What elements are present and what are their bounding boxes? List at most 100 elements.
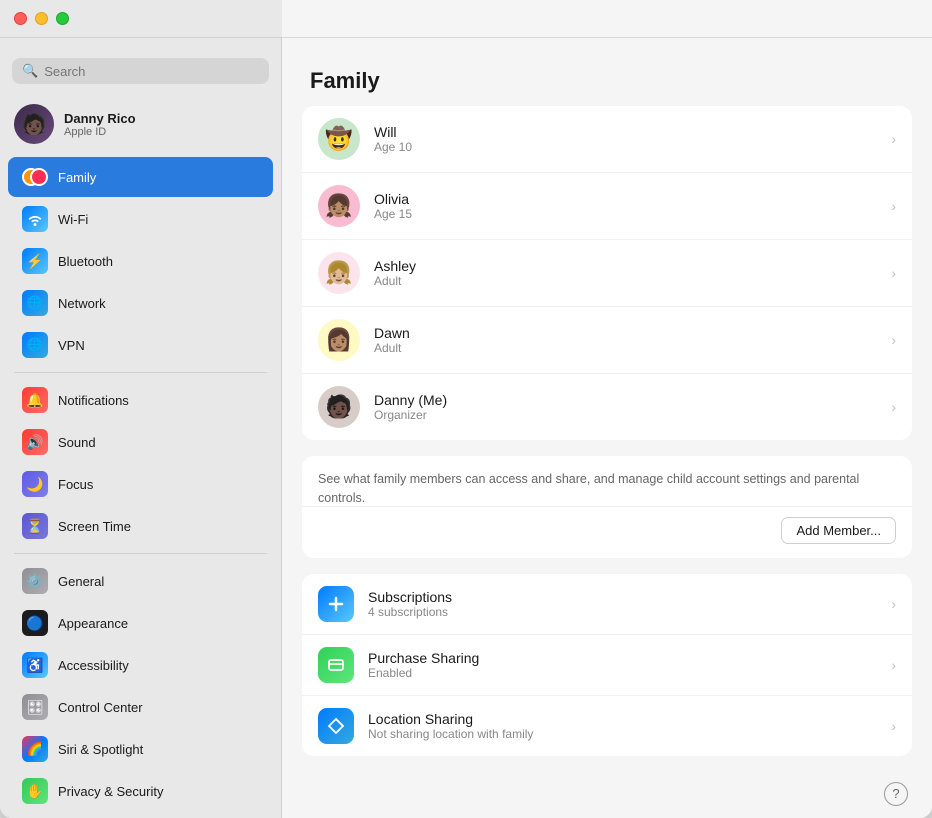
sidebar-item-vpn[interactable]: 🌐 VPN: [8, 325, 273, 365]
separator: [14, 553, 267, 554]
screentime-icon: ⏳: [22, 513, 48, 539]
subscriptions-icon: [318, 586, 354, 622]
member-olivia[interactable]: 👧🏽 Olivia Age 15 ›: [302, 173, 912, 240]
purchase-sharing-icon: [318, 647, 354, 683]
member-info: Danny (Me) Organizer: [374, 392, 877, 422]
sidebar-item-label: Siri & Spotlight: [58, 742, 143, 757]
member-role: Adult: [374, 274, 877, 288]
user-subtitle: Apple ID: [64, 126, 136, 138]
service-info: Subscriptions 4 subscriptions: [368, 589, 877, 619]
accessibility-icon: ♿: [22, 652, 48, 678]
close-button[interactable]: [14, 12, 27, 25]
sidebar-item-label: General: [58, 574, 104, 589]
family-icon: [22, 164, 48, 190]
member-name: Dawn: [374, 325, 877, 341]
sidebar-item-label: Control Center: [58, 700, 143, 715]
search-icon: 🔍: [22, 63, 38, 79]
vpn-icon: 🌐: [22, 332, 48, 358]
description-card: See what family members can access and s…: [302, 456, 912, 558]
location-sharing-icon: [318, 708, 354, 744]
sound-icon: 🔊: [22, 429, 48, 455]
avatar: 🧑🏿: [14, 104, 54, 144]
sidebar-nav: Family Wi-Fi ⚡ Bluetooth: [0, 156, 281, 818]
sidebar-item-label: VPN: [58, 338, 85, 353]
members-card: 🤠 Will Age 10 › 👧🏽 Olivia Age 15: [302, 106, 912, 440]
chevron-right-icon: ›: [891, 131, 896, 147]
appearance-icon: 🔵: [22, 610, 48, 636]
service-subtitle: Not sharing location with family: [368, 727, 877, 741]
member-name: Danny (Me): [374, 392, 877, 408]
wifi-icon: [22, 206, 48, 232]
sidebar-item-siri[interactable]: 🌈 Siri & Spotlight: [8, 729, 273, 769]
sidebar-item-controlcenter[interactable]: 🎛 Control Center: [8, 687, 273, 727]
member-info: Will Age 10: [374, 124, 877, 154]
add-member-row: Add Member...: [302, 506, 912, 558]
sidebar-item-label: Bluetooth: [58, 254, 113, 269]
member-name: Olivia: [374, 191, 877, 207]
sidebar-item-bluetooth[interactable]: ⚡ Bluetooth: [8, 241, 273, 281]
service-subtitle: Enabled: [368, 666, 877, 680]
search-bar[interactable]: 🔍: [12, 58, 269, 84]
chevron-right-icon: ›: [891, 332, 896, 348]
service-location-sharing[interactable]: Location Sharing Not sharing location wi…: [302, 696, 912, 756]
sidebar-item-appearance[interactable]: 🔵 Appearance: [8, 603, 273, 643]
sidebar-item-label: Privacy & Security: [58, 784, 163, 799]
maximize-button[interactable]: [56, 12, 69, 25]
sidebar-item-general[interactable]: ⚙️ General: [8, 561, 273, 601]
member-info: Olivia Age 15: [374, 191, 877, 221]
member-will[interactable]: 🤠 Will Age 10 ›: [302, 106, 912, 173]
user-info: Danny Rico Apple ID: [64, 111, 136, 138]
chevron-right-icon: ›: [891, 399, 896, 415]
controlcenter-icon: 🎛: [22, 694, 48, 720]
chevron-right-icon: ›: [891, 198, 896, 214]
siri-icon: 🌈: [22, 736, 48, 762]
privacy-icon: ✋: [22, 778, 48, 804]
page-title: Family: [282, 50, 932, 106]
sidebar-item-wifi[interactable]: Wi-Fi: [8, 199, 273, 239]
sidebar-item-family[interactable]: Family: [8, 157, 273, 197]
main-content: Family 🤠 Will Age 10 › 👧🏽: [282, 0, 932, 818]
sidebar-item-focus[interactable]: 🌙 Focus: [8, 464, 273, 504]
sidebar-item-label: Focus: [58, 477, 93, 492]
network-icon: 🌐: [22, 290, 48, 316]
search-input[interactable]: [44, 64, 259, 79]
user-profile[interactable]: 🧑🏿 Danny Rico Apple ID: [0, 96, 281, 156]
member-avatar: 👧🏽: [318, 185, 360, 227]
sidebar-item-notifications[interactable]: 🔔 Notifications: [8, 380, 273, 420]
service-purchase-sharing[interactable]: Purchase Sharing Enabled ›: [302, 635, 912, 696]
sidebar-item-label: Wi-Fi: [58, 212, 88, 227]
member-role: Age 15: [374, 207, 877, 221]
member-avatar: 🧑🏿: [318, 386, 360, 428]
member-info: Dawn Adult: [374, 325, 877, 355]
sidebar: 🔍 🧑🏿 Danny Rico Apple ID Fa: [0, 0, 282, 818]
notifications-icon: 🔔: [22, 387, 48, 413]
sidebar-item-sound[interactable]: 🔊 Sound: [8, 422, 273, 462]
member-danny[interactable]: 🧑🏿 Danny (Me) Organizer ›: [302, 374, 912, 440]
sidebar-item-screentime[interactable]: ⏳ Screen Time: [8, 506, 273, 546]
member-ashley[interactable]: 👧🏼 Ashley Adult ›: [302, 240, 912, 307]
service-name: Subscriptions: [368, 589, 877, 605]
services-card: Subscriptions 4 subscriptions › Purchase…: [302, 574, 912, 756]
general-icon: ⚙️: [22, 568, 48, 594]
service-info: Purchase Sharing Enabled: [368, 650, 877, 680]
chevron-right-icon: ›: [891, 718, 896, 734]
help-button[interactable]: ?: [884, 782, 908, 806]
member-info: Ashley Adult: [374, 258, 877, 288]
focus-icon: 🌙: [22, 471, 48, 497]
sidebar-item-label: Sound: [58, 435, 96, 450]
member-role: Organizer: [374, 408, 877, 422]
service-name: Purchase Sharing: [368, 650, 877, 666]
chevron-right-icon: ›: [891, 596, 896, 612]
service-info: Location Sharing Not sharing location wi…: [368, 711, 877, 741]
minimize-button[interactable]: [35, 12, 48, 25]
member-dawn[interactable]: 👩🏽 Dawn Adult ›: [302, 307, 912, 374]
separator: [14, 372, 267, 373]
add-member-button[interactable]: Add Member...: [781, 517, 896, 544]
service-subscriptions[interactable]: Subscriptions 4 subscriptions ›: [302, 574, 912, 635]
sidebar-item-privacy[interactable]: ✋ Privacy & Security: [8, 771, 273, 811]
member-name: Will: [374, 124, 877, 140]
sidebar-item-label: Accessibility: [58, 658, 129, 673]
sidebar-item-network[interactable]: 🌐 Network: [8, 283, 273, 323]
bluetooth-icon: ⚡: [22, 248, 48, 274]
sidebar-item-accessibility[interactable]: ♿ Accessibility: [8, 645, 273, 685]
